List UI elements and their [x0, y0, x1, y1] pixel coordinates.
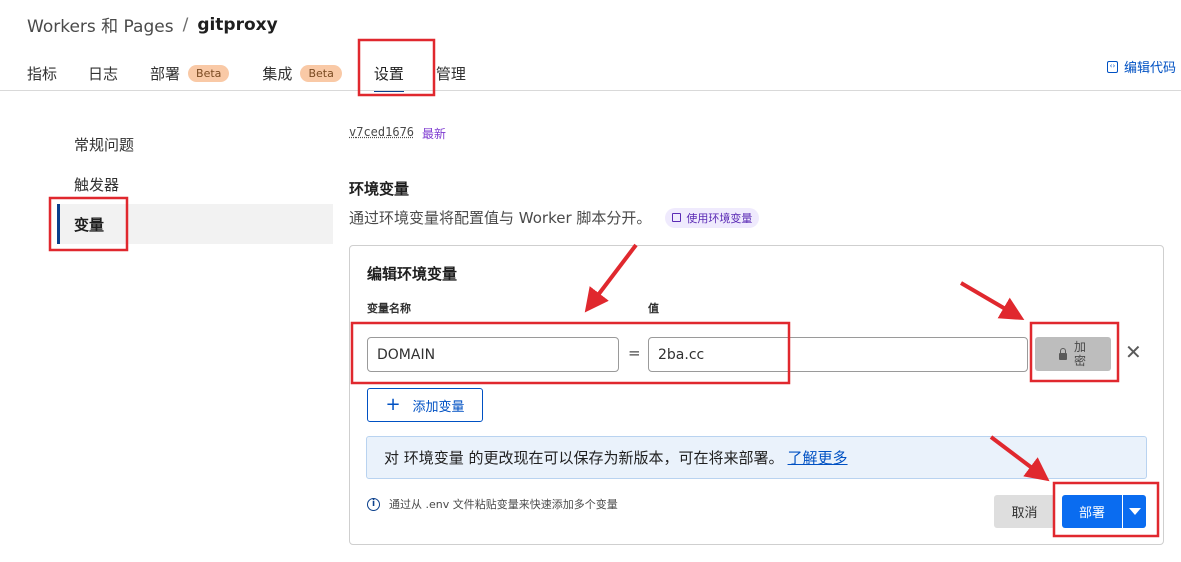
add-variable-button[interactable]: + 添加变量: [367, 388, 483, 422]
column-name-label: 变量名称: [367, 302, 411, 315]
add-variable-label: 添加变量: [412, 399, 465, 415]
deploy-button[interactable]: 部署: [1062, 495, 1122, 528]
encrypt-label: 加密: [1073, 340, 1086, 368]
variable-name-input[interactable]: DOMAIN: [367, 337, 619, 372]
learn-more-link[interactable]: 了解更多: [788, 447, 848, 468]
tab-label: 部署: [150, 64, 181, 83]
beta-badge: Beta: [300, 64, 342, 82]
docs-link[interactable]: 使用环境变量: [665, 207, 760, 228]
edit-code-label: 编辑代码: [1123, 61, 1176, 76]
tab-label: 指标: [27, 64, 58, 83]
tab-settings[interactable]: 设置: [373, 55, 404, 92]
version-hash: 7ced1676: [356, 125, 415, 139]
book-icon: [672, 213, 682, 222]
paste-hint: i 通过从 .env 文件粘贴变量来快速添加多个变量: [367, 496, 618, 512]
notice-text: 对 环境变量 的更改现在可以保存为新版本，可在将来部署。: [384, 449, 784, 467]
breadcrumb-current: gitproxy: [197, 14, 278, 35]
version-status: 最新: [422, 127, 447, 141]
sidenav-item-triggers[interactable]: 触发器: [57, 164, 333, 204]
tab-deployments[interactable]: 部署 Beta: [150, 55, 230, 91]
breadcrumb-parent[interactable]: Workers 和 Pages: [27, 12, 174, 37]
beta-badge: Beta: [188, 64, 230, 82]
env-var-editor: 编辑环境变量 变量名称 值 DOMAIN = 2ba.cc 加密 ✕ + 添加变…: [349, 245, 1164, 545]
equals-sign: =: [628, 344, 641, 362]
edit-code-link[interactable]: ‹› 编辑代码: [1106, 57, 1176, 76]
tabs-divider: [0, 90, 1181, 91]
tab-manage[interactable]: 管理: [436, 55, 466, 91]
sidenav-item-general[interactable]: 常规问题: [57, 124, 333, 164]
input-value: 2ba.cc: [658, 346, 705, 363]
version-id[interactable]: v7ced1676: [349, 125, 414, 142]
info-icon: i: [367, 497, 380, 511]
tab-label: 日志: [88, 64, 119, 83]
cancel-button[interactable]: 取消: [994, 495, 1055, 528]
tab-label: 管理: [435, 64, 466, 83]
version-notice: 对 环境变量 的更改现在可以保存为新版本，可在将来部署。 了解更多: [366, 436, 1147, 479]
input-value: DOMAIN: [377, 346, 436, 363]
sidenav-item-variables[interactable]: 变量: [57, 204, 333, 244]
section-description: 通过环境变量将配置值与 Worker 脚本分开。 使用环境变量: [349, 207, 760, 228]
hint-text: 通过从 .env 文件粘贴变量来快速添加多个变量: [389, 498, 618, 511]
sidenav-label: 变量: [74, 215, 105, 234]
variable-value-input[interactable]: 2ba.cc: [648, 337, 1028, 372]
version-info: v7ced1676 最新: [349, 125, 446, 142]
code-icon: ‹›: [1106, 60, 1118, 73]
breadcrumb-separator: /: [182, 14, 189, 35]
plus-icon: +: [385, 394, 401, 415]
deploy-split-button: 部署: [1062, 495, 1146, 528]
editor-title: 编辑环境变量: [367, 265, 458, 283]
description-text: 通过环境变量将配置值与 Worker 脚本分开。: [349, 209, 652, 227]
tab-logs[interactable]: 日志: [88, 55, 118, 91]
caret-down-icon: [1128, 508, 1141, 515]
settings-sidenav: 常规问题 触发器 变量: [57, 124, 333, 244]
tab-metrics[interactable]: 指标: [27, 55, 57, 91]
remove-variable-close-icon[interactable]: ✕: [1125, 342, 1142, 362]
docs-link-label: 使用环境变量: [686, 211, 753, 225]
sidenav-label: 触发器: [74, 175, 120, 194]
tab-integrations[interactable]: 集成 Beta: [262, 55, 342, 91]
encrypt-button[interactable]: 加密: [1035, 337, 1111, 371]
tab-label: 设置: [373, 64, 404, 83]
tab-label: 集成: [262, 64, 293, 83]
sidenav-label: 常规问题: [74, 135, 135, 154]
breadcrumb: Workers 和 Pages / gitproxy: [27, 12, 278, 38]
deploy-options-toggle[interactable]: [1122, 495, 1146, 528]
lock-icon: [1059, 347, 1067, 360]
tab-bar: 指标 日志 部署 Beta 集成 Beta 设置 管理: [27, 55, 466, 92]
column-value-label: 值: [648, 302, 659, 315]
section-title: 环境变量: [349, 180, 410, 198]
